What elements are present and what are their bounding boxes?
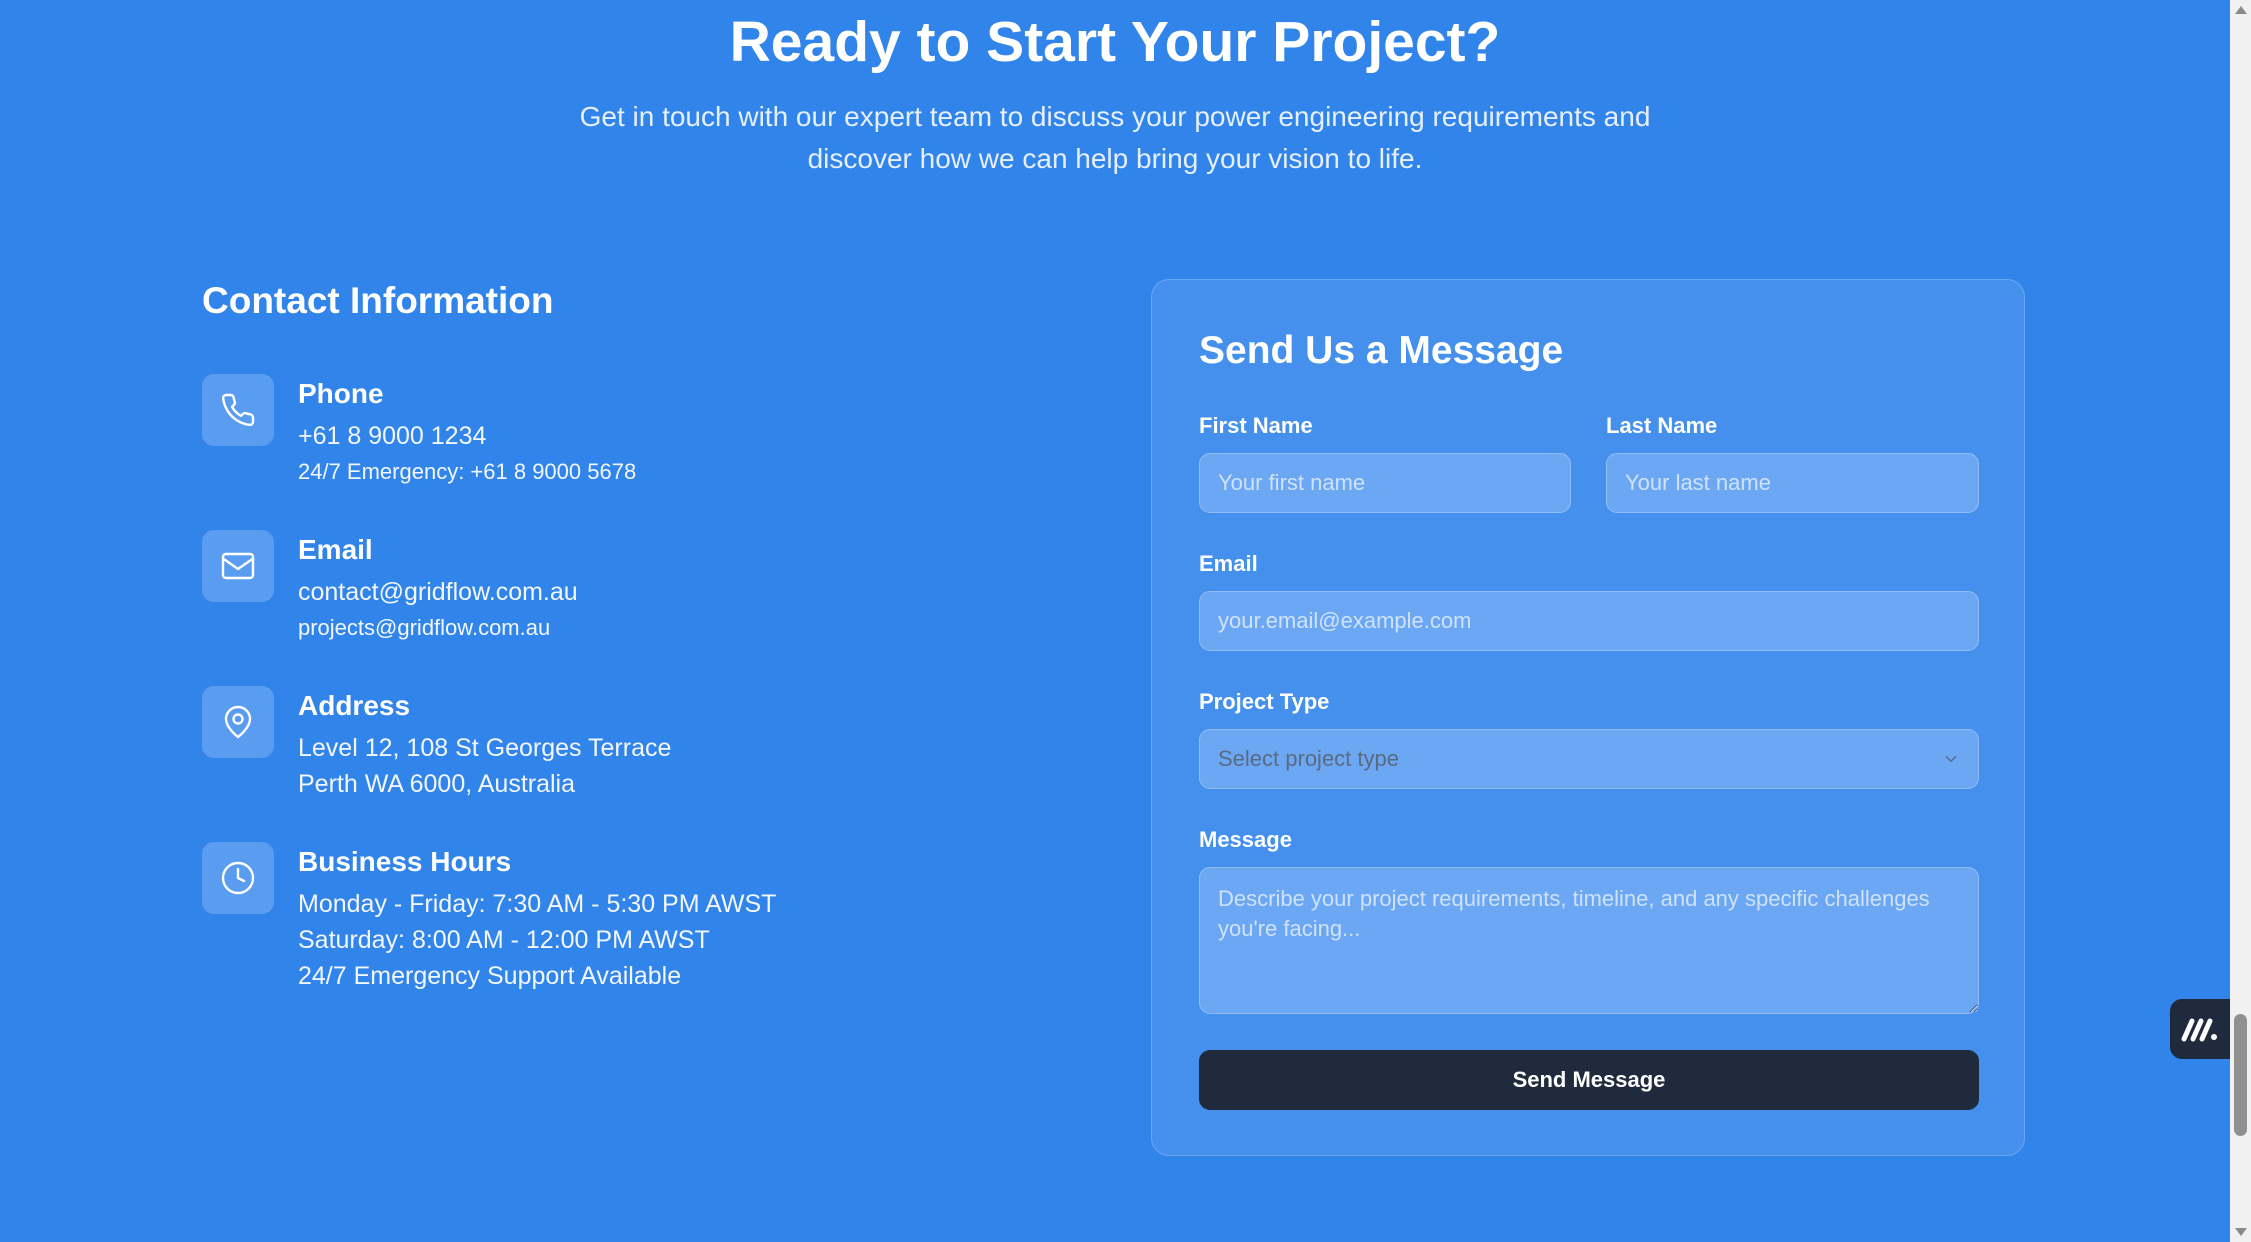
email-primary[interactable]: contact@gridflow.com.au — [298, 574, 578, 610]
first-name-input[interactable] — [1199, 453, 1571, 513]
hours-saturday: Saturday: 8:00 AM - 12:00 PM AWST — [298, 926, 710, 954]
first-name-label: First Name — [1199, 413, 1313, 438]
mail-icon — [202, 530, 274, 602]
hours-label: Business Hours — [298, 846, 512, 877]
phone-label: Phone — [298, 378, 384, 409]
project-type-value: Select project type — [1218, 746, 1399, 771]
brand-logo-icon — [2181, 1018, 2217, 1042]
scrollbar-thumb[interactable] — [2234, 1014, 2247, 1136]
send-message-button[interactable]: Send Message — [1199, 1050, 1979, 1110]
hero-subtitle: Get in touch with our expert team to dis… — [579, 101, 1651, 174]
phone-primary[interactable]: +61 8 9000 1234 — [298, 418, 636, 454]
address-label: Address — [298, 690, 411, 721]
email-input[interactable] — [1199, 591, 1979, 651]
floating-app-badge[interactable] — [2170, 999, 2230, 1059]
project-type-select[interactable]: Select project type — [1199, 729, 1979, 789]
project-type-label: Project Type — [1199, 689, 1330, 714]
last-name-input[interactable] — [1606, 453, 1979, 513]
phone-emergency[interactable]: 24/7 Emergency: +61 8 9000 5678 — [298, 454, 636, 490]
email-label: Email — [298, 534, 373, 565]
message-form-card: Send Us a Message First Name Last Name E… — [1151, 279, 2025, 1156]
map-pin-icon — [202, 686, 274, 758]
vertical-scrollbar[interactable] — [2230, 0, 2251, 1242]
form-title: Send Us a Message — [1199, 329, 1564, 372]
address-line-1: Level 12, 108 St Georges Terrace — [298, 734, 672, 762]
contact-info-title: Contact Information — [202, 280, 554, 321]
scroll-up-arrow[interactable] — [2235, 6, 2247, 14]
page-title: Ready to Start Your Project? — [729, 10, 1501, 74]
message-label: Message — [1199, 827, 1292, 852]
email-projects[interactable]: projects@gridflow.com.au — [298, 610, 578, 646]
address-line-2: Perth WA 6000, Australia — [298, 770, 576, 798]
email-field-label: Email — [1199, 551, 1258, 576]
chevron-down-icon — [1945, 756, 1957, 762]
hours-emergency: 24/7 Emergency Support Available — [298, 962, 682, 990]
last-name-label: Last Name — [1606, 413, 1718, 438]
clock-icon — [202, 842, 274, 914]
phone-icon — [202, 374, 274, 446]
message-textarea[interactable] — [1199, 867, 1979, 1014]
scroll-down-arrow[interactable] — [2235, 1228, 2247, 1236]
contact-section: Ready to Start Your Project? Get in touc… — [0, 0, 2230, 1242]
hours-weekday: Monday - Friday: 7:30 AM - 5:30 PM AWST — [298, 890, 777, 918]
